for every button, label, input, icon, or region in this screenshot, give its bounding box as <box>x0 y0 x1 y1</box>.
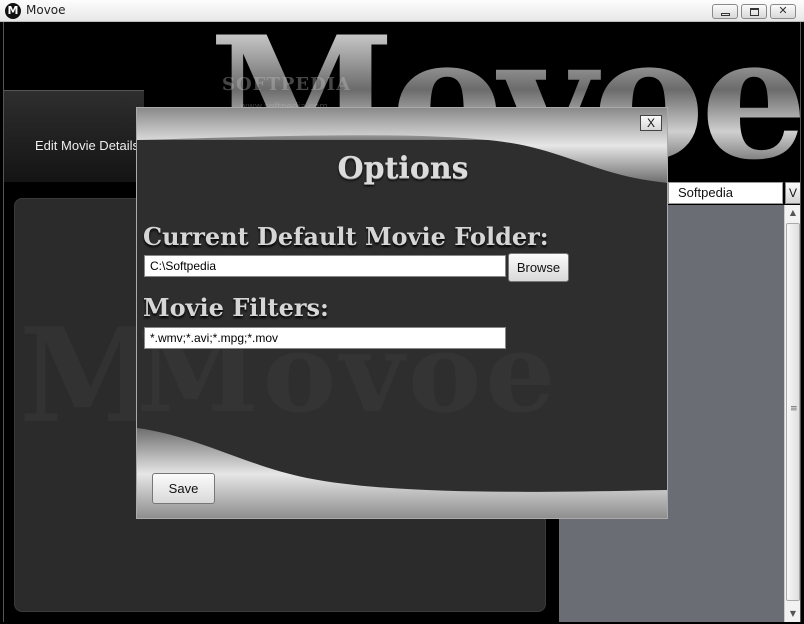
close-button[interactable]: ✕ <box>770 4 796 19</box>
scroll-thumb[interactable]: ≡ <box>786 223 800 601</box>
minimize-button[interactable] <box>712 4 738 19</box>
app-logo-icon: M <box>5 3 21 19</box>
edit-movie-details-link[interactable]: Edit Movie Details <box>35 138 139 153</box>
dialog-close-button[interactable]: X <box>640 115 662 131</box>
search-dropdown-button[interactable]: V <box>785 182 800 204</box>
nav-band <box>4 90 144 182</box>
dialog-title: Options <box>337 151 469 186</box>
list-scrollbar[interactable]: ▲ ≡ ▼ <box>784 205 800 622</box>
softpedia-watermark: SOFTPEDIA <box>222 74 352 95</box>
scroll-down-icon[interactable]: ▼ <box>785 606 800 622</box>
search-input[interactable]: Softpedia <box>668 182 783 204</box>
title-bar: M Movoe ✕ <box>0 0 804 22</box>
movie-filters-label: Movie Filters: <box>143 293 329 322</box>
default-folder-label: Current Default Movie Folder: <box>143 222 549 251</box>
dialog-bottom-swoosh <box>137 428 667 518</box>
default-folder-input[interactable]: C:\Softpedia <box>144 255 506 277</box>
grip-icon: ≡ <box>790 404 798 414</box>
scroll-up-icon[interactable]: ▲ <box>785 205 800 221</box>
maximize-icon <box>750 8 759 16</box>
close-icon: ✕ <box>778 4 788 17</box>
minimize-icon <box>721 13 730 16</box>
window-title: Movoe <box>26 3 66 17</box>
options-dialog: Movoe X Options Current Default Movie Fo… <box>136 107 668 519</box>
save-button[interactable]: Save <box>152 473 215 504</box>
movie-filters-input[interactable]: *.wmv;*.avi;*.mpg;*.mov <box>144 327 506 349</box>
browse-button[interactable]: Browse <box>508 253 569 282</box>
maximize-button[interactable] <box>741 4 767 19</box>
